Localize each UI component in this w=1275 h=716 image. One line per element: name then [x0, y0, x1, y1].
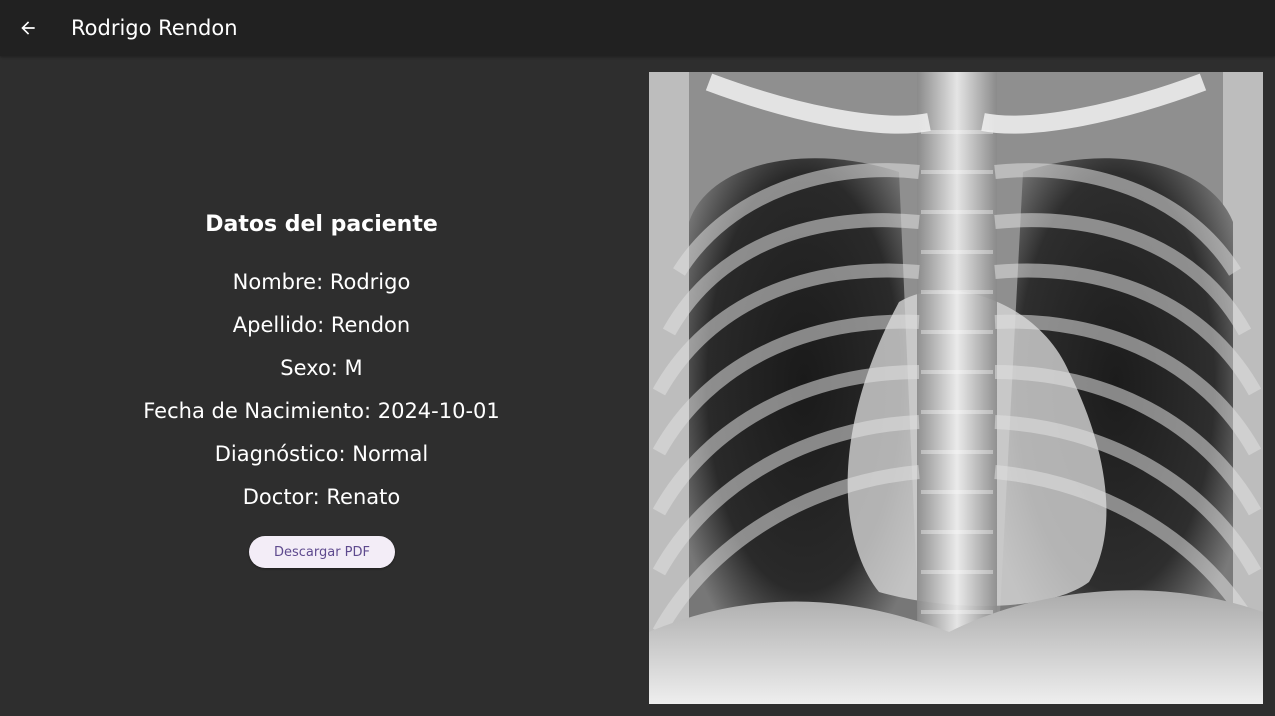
patient-data-heading: Datos del paciente	[205, 212, 438, 237]
patient-first-name: Nombre: Rodrigo	[232, 270, 411, 294]
patient-details-panel: Datos del paciente Nombre: Rodrigo Apell…	[0, 56, 643, 716]
arrow-back-icon	[21, 21, 35, 35]
xray-graphic	[649, 72, 1263, 704]
app-bar: Rodrigo Rendon	[0, 0, 1275, 56]
patient-last-name: Apellido: Rendon	[232, 313, 411, 337]
patient-doctor: Doctor: Renato	[242, 485, 401, 509]
download-pdf-button[interactable]: Descargar PDF	[249, 536, 395, 568]
page-title: Rodrigo Rendon	[71, 16, 238, 40]
chest-xray-image	[649, 72, 1263, 704]
patient-birth-date: Fecha de Nacimiento: 2024-10-01	[143, 399, 500, 423]
patient-diagnosis: Diagnóstico: Normal	[214, 442, 429, 466]
back-button[interactable]	[12, 12, 44, 44]
patient-sex: Sexo: M	[280, 356, 363, 380]
